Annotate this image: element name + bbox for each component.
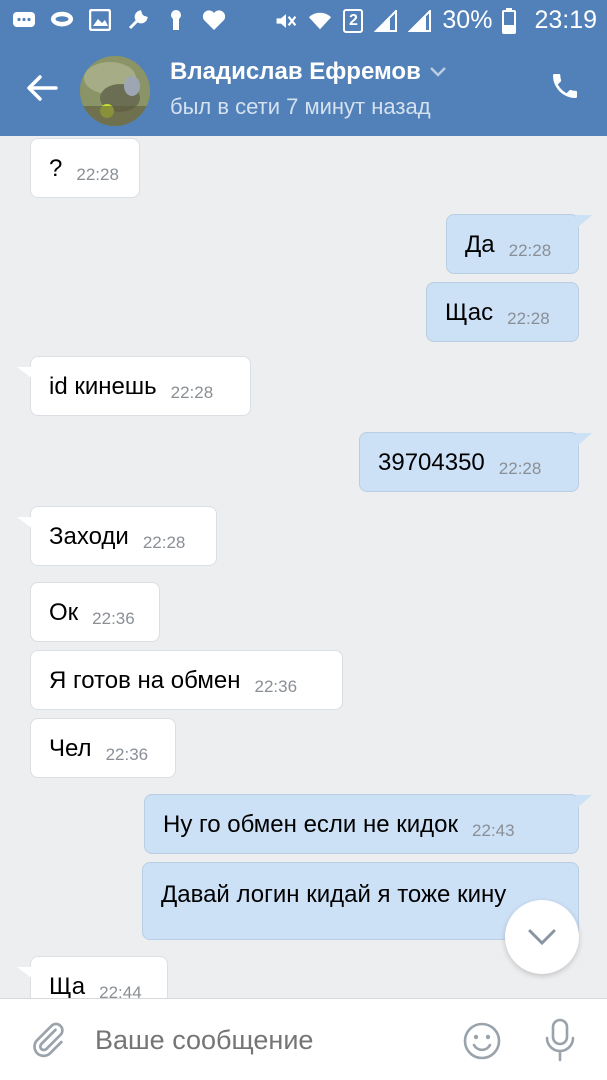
contact-status: был в сети 7 минут назад: [170, 94, 431, 119]
paperclip-icon: [33, 1022, 64, 1058]
message-incoming[interactable]: Я готов на обмен 22:36: [30, 650, 343, 710]
clock: 23:19: [534, 6, 597, 34]
keyhole-icon: [164, 8, 188, 32]
message-text: Ок: [49, 599, 79, 626]
message-time: 22:28: [507, 309, 550, 328]
message-time: 22:36: [105, 745, 149, 764]
wifi-icon: [308, 9, 332, 33]
message-text: 39704350: [378, 449, 485, 476]
voice-message-button[interactable]: [540, 1017, 580, 1063]
message-outgoing[interactable]: Щас 22:28: [426, 282, 579, 342]
battery-percent: 30%: [442, 6, 493, 34]
chat-header: Владислав Ефремов был в сети 7 минут наз…: [0, 42, 607, 136]
message-time: 22:28: [508, 241, 552, 260]
call-button[interactable]: [549, 70, 585, 106]
smiley-icon: [463, 1022, 501, 1060]
gallery-icon: [88, 8, 112, 32]
avatar-image: [80, 56, 150, 126]
message-incoming[interactable]: Заходи 22:28: [17, 506, 217, 566]
message-time: 22:28: [142, 533, 186, 552]
message-text: Щас: [445, 299, 494, 326]
microphone-icon: [545, 1018, 575, 1062]
chat-bubble-icon: [50, 8, 74, 32]
message-time: 22:28: [170, 383, 214, 402]
message-icon: [12, 8, 36, 32]
chevron-down-icon: [429, 67, 446, 77]
avatar[interactable]: [80, 56, 150, 126]
message-time: 22:43: [472, 821, 515, 840]
heart-icon: [202, 8, 226, 32]
sim-icon: 2: [342, 8, 364, 33]
phone-icon: [553, 74, 577, 98]
back-button[interactable]: [20, 66, 64, 110]
message-incoming[interactable]: ? 22:28: [30, 138, 140, 198]
wrench-icon: [126, 8, 150, 32]
message-time: 22:28: [498, 459, 542, 478]
arrow-left-icon: [27, 75, 58, 101]
message-time: 22:36: [254, 677, 298, 696]
message-text: Ну го обмен если не кидок: [163, 811, 459, 838]
message-outgoing[interactable]: 39704350 22:28: [359, 432, 592, 492]
chevron-down-icon: [528, 929, 556, 946]
message-incoming[interactable]: Чел 22:36: [30, 718, 176, 778]
battery-icon: [502, 7, 517, 34]
message-time: 22:28: [76, 165, 119, 184]
emoji-button[interactable]: [462, 1021, 502, 1061]
message-outgoing[interactable]: Ну го обмен если не кидок 22:43: [144, 794, 592, 854]
message-text: Я готов на обмен: [49, 667, 241, 694]
message-text: Заходи: [49, 523, 129, 550]
message-text: Да: [465, 231, 495, 258]
message-list[interactable]: ? 22:28 Да 22:28 Щас 22:28 id кинешь 22:…: [0, 136, 607, 998]
message-text: ?: [49, 155, 63, 182]
mute-icon: [274, 9, 298, 33]
status-bar: 2 30% 23:19: [0, 0, 607, 42]
signal-icon-1: [374, 9, 398, 33]
sim-number: 2: [343, 8, 364, 33]
message-incoming[interactable]: id кинешь 22:28: [17, 356, 251, 416]
contact-name[interactable]: Владислав Ефремов: [170, 58, 447, 86]
message-time: 22:44: [99, 983, 142, 998]
message-time: 22:36: [92, 609, 135, 628]
message-text: id кинешь: [49, 373, 157, 400]
scroll-to-bottom-button[interactable]: [505, 900, 579, 974]
message-incoming[interactable]: Ща 22:44: [17, 956, 168, 998]
message-incoming[interactable]: Ок 22:36: [30, 582, 160, 642]
message-text: Давай логин кидай я тоже кину: [161, 881, 507, 908]
contact-name-text: Владислав Ефремов: [170, 58, 421, 85]
message-composer: [0, 998, 607, 1080]
message-outgoing[interactable]: Да 22:28: [446, 214, 592, 274]
message-text: Чел: [49, 735, 92, 762]
message-input[interactable]: [95, 1025, 435, 1056]
message-text: Ща: [49, 973, 86, 998]
attach-button[interactable]: [28, 1019, 68, 1059]
signal-icon-2: [408, 9, 432, 33]
